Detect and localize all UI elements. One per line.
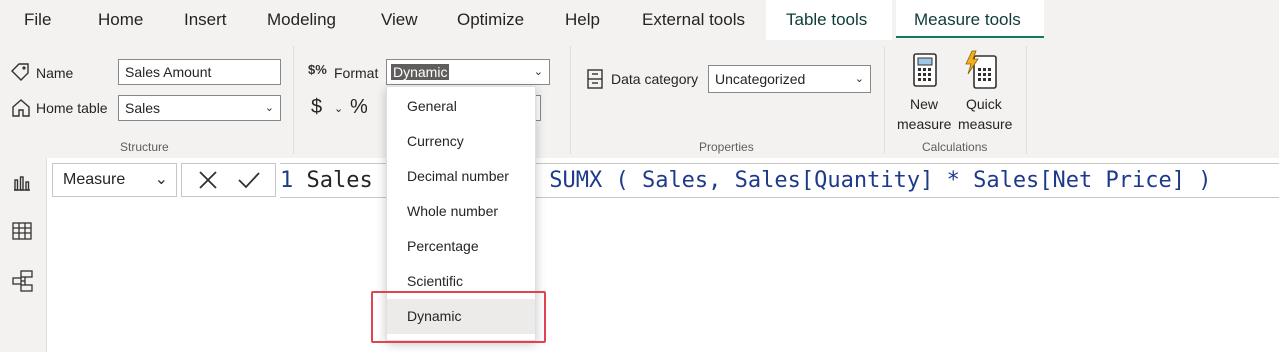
percent-button[interactable]: % xyxy=(350,96,368,119)
data-category-icon xyxy=(586,68,604,95)
format-value: Dynamic xyxy=(391,64,450,80)
format-option-percentage[interactable]: Percentage xyxy=(387,229,535,264)
group-divider xyxy=(1026,46,1027,154)
format-option-whole-number[interactable]: Whole number xyxy=(387,194,535,229)
menu-bar: File Home Insert Modeling View Optimize … xyxy=(0,0,1279,40)
formula-text-start: Sales xyxy=(306,168,373,193)
calculations-group-label: Calculations xyxy=(922,140,988,154)
name-label: Name xyxy=(36,65,74,81)
menu-help[interactable]: Help xyxy=(565,0,600,40)
home-table-select[interactable]: Sales ⌄ xyxy=(118,95,281,121)
tab-table-tools[interactable]: Table tools xyxy=(766,0,892,40)
quick-measure-label-2: measure xyxy=(958,116,1013,132)
data-category-label: Data category xyxy=(611,71,699,87)
tag-icon xyxy=(10,62,32,87)
home-icon xyxy=(10,97,32,124)
format-option-currency[interactable]: Currency xyxy=(387,124,535,159)
group-divider xyxy=(570,46,571,154)
table-view-icon[interactable] xyxy=(12,222,32,245)
format-label: Format xyxy=(334,65,379,81)
menu-modeling[interactable]: Modeling xyxy=(267,0,336,40)
home-table-label: Home table xyxy=(36,100,108,116)
formula-actions xyxy=(181,163,276,197)
ribbon: Name Sales Amount Home table Sales ⌄ Str… xyxy=(0,40,1279,158)
menu-home[interactable]: Home xyxy=(98,0,143,40)
home-table-value: Sales xyxy=(125,100,161,116)
new-measure-label-2: measure xyxy=(897,116,952,132)
report-view-icon[interactable] xyxy=(12,174,32,197)
name-input[interactable]: Sales Amount xyxy=(118,59,281,85)
quick-measure-label-1: Quick xyxy=(966,96,1002,112)
format-option-general[interactable]: General xyxy=(387,89,535,124)
menu-view[interactable]: View xyxy=(381,0,418,40)
new-measure-label-1: New xyxy=(910,96,939,112)
currency-button[interactable]: $ xyxy=(311,96,322,119)
menu-file[interactable]: File xyxy=(24,0,51,40)
commit-check-icon[interactable] xyxy=(236,168,262,199)
chevron-down-icon[interactable]: ⌄ xyxy=(334,102,343,115)
line-number: 1 xyxy=(280,168,294,193)
data-category-value: Uncategorized xyxy=(715,71,806,87)
formula-text-end: SUMX ( Sales, Sales[Quantity] * Sales[Ne… xyxy=(549,168,1212,193)
format-option-decimal-number[interactable]: Decimal number xyxy=(387,159,535,194)
cancel-icon[interactable] xyxy=(196,168,220,199)
chevron-down-icon: ⌄ xyxy=(533,66,543,78)
data-category-select[interactable]: Uncategorized ⌄ xyxy=(708,65,871,93)
new-measure-button[interactable]: New measure xyxy=(894,48,958,136)
format-select[interactable]: Dynamic ⌄ xyxy=(386,59,550,85)
selection-highlight-box xyxy=(371,291,546,343)
group-divider xyxy=(293,46,294,154)
chevron-down-icon: ⌄ xyxy=(264,102,274,114)
menu-optimize[interactable]: Optimize xyxy=(457,0,524,40)
measure-selector-value: Measure xyxy=(63,171,126,188)
structure-group-label: Structure xyxy=(120,140,169,154)
quick-measure-button[interactable]: Quick measure xyxy=(956,48,1020,136)
chevron-down-icon: ⌄ xyxy=(154,171,168,188)
menu-external-tools[interactable]: External tools xyxy=(642,0,745,40)
chevron-down-icon: ⌄ xyxy=(854,73,864,85)
tab-measure-tools[interactable]: Measure tools xyxy=(896,0,1044,38)
calculator-icon xyxy=(912,52,938,93)
view-sidebar xyxy=(0,158,47,352)
format-icon: $% xyxy=(308,62,327,77)
model-view-icon[interactable] xyxy=(12,270,34,297)
menu-insert[interactable]: Insert xyxy=(184,0,227,40)
properties-group-label: Properties xyxy=(699,140,754,154)
quick-calculator-icon xyxy=(964,50,1000,95)
group-divider xyxy=(884,46,885,154)
measure-selector[interactable]: Measure ⌄ xyxy=(52,163,177,197)
